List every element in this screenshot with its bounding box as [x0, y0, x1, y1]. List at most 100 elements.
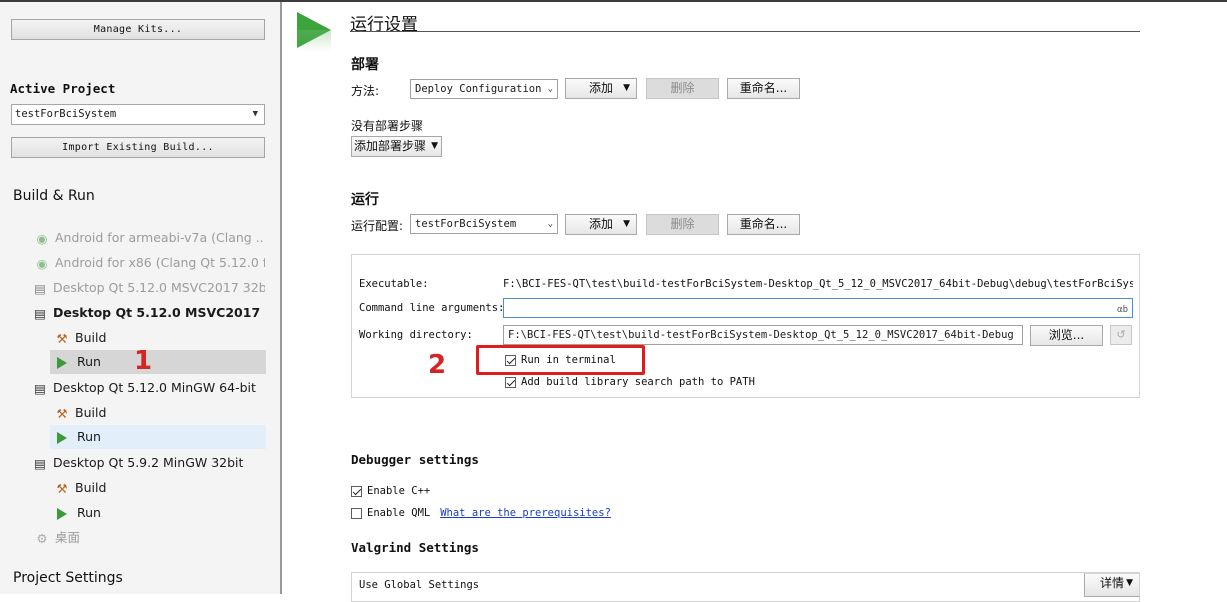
active-project-select[interactable]: testForBciSystem ▼ — [11, 104, 265, 125]
enable-qml-row: Enable QML What are the prerequisites? — [351, 507, 611, 519]
run-play-icon — [57, 431, 67, 444]
kit-mingw-32[interactable]: ▤ Desktop Qt 5.9.2 MinGW 32bit — [33, 452, 265, 474]
build-label: Build — [75, 480, 107, 495]
active-project-heading: Active Project — [10, 81, 116, 96]
add-lib-path-checkbox[interactable]: Add build library search path to PATH — [505, 376, 755, 388]
annotation-number-1: 1 — [134, 346, 153, 376]
deploy-remove-button[interactable]: 删除 — [646, 78, 719, 99]
kit-msvc-32[interactable]: ▤ Desktop Qt 5.12.0 MSVC2017 32bit — [33, 277, 265, 299]
add-deploy-step-button[interactable]: 添加部署步骤 ▼ — [351, 136, 442, 157]
run-rename-button[interactable]: 重命名... — [727, 214, 800, 235]
executable-value: F:\BCI-FES-QT\test\build-testForBciSyste… — [503, 278, 1133, 290]
deploy-heading: 部署 — [351, 57, 379, 73]
run-add-label: 添加 — [588, 217, 613, 231]
import-existing-build-button[interactable]: Import Existing Build... — [11, 137, 265, 158]
checkbox-unchecked-icon[interactable] — [351, 507, 362, 519]
run-add-button[interactable]: 添加 ▼ — [565, 214, 637, 235]
kit-label: Desktop Qt 5.9.2 MinGW 32bit — [53, 455, 244, 470]
mingw32-build-item[interactable]: ⚒ Build — [55, 477, 265, 499]
kit-msvc-64[interactable]: ▤ Desktop Qt 5.12.0 MSVC2017 64... — [33, 302, 265, 324]
annotation-number-2: 2 — [428, 350, 447, 380]
active-project-value: testForBciSystem — [15, 108, 117, 120]
build-label: Build — [75, 405, 107, 420]
run-config-value: testForBciSystem — [415, 218, 517, 230]
hammer-icon: ⚒ — [56, 330, 68, 346]
enable-cpp-label: Enable C++ — [367, 485, 431, 497]
args-label: Command line arguments: — [359, 302, 505, 314]
kit-label: Android for armeabi-v7a (Clang ... — [55, 230, 265, 245]
project-settings-heading: Project Settings — [13, 570, 123, 586]
run-label: Run — [77, 505, 101, 520]
kit-android-x86[interactable]: ◉ Android for x86 (Clang Qt 5.12.0 f... — [35, 252, 265, 274]
variable-chooser-icon[interactable]: αb — [1117, 301, 1128, 317]
manage-kits-button[interactable]: Manage Kits... — [11, 19, 265, 40]
dropdown-arrow-icon: ▼ — [623, 83, 630, 93]
chevron-down-icon: ⌄ — [547, 219, 553, 229]
run-remove-button[interactable]: 删除 — [646, 214, 719, 235]
dropdown-arrow-icon: ▼ — [623, 219, 630, 229]
deploy-method-label: 方法: — [351, 84, 380, 98]
debugger-heading: Debugger settings — [351, 452, 479, 467]
valgrind-heading: Valgrind Settings — [351, 540, 479, 555]
deploy-add-button[interactable]: 添加 ▼ — [565, 78, 637, 99]
monitor-icon: ▤ — [34, 455, 46, 471]
enable-cpp-checkbox[interactable]: Enable C++ — [351, 485, 430, 497]
no-deploy-steps-label: 没有部署步骤 — [351, 119, 424, 133]
run-play-icon — [57, 356, 67, 369]
add-lib-path-label: Add build library search path to PATH — [521, 376, 755, 388]
mingw64-run-item[interactable]: Run — [50, 425, 266, 449]
deploy-rename-button[interactable]: 重命名... — [727, 78, 800, 99]
chevron-down-icon: ⌄ — [547, 84, 553, 94]
workdir-input[interactable]: F:\BCI-FES-QT\test\build-testForBciSyste… — [503, 325, 1023, 345]
kit-label: Desktop Qt 5.12.0 MSVC2017 32bit — [53, 280, 265, 295]
android-kit-icon: ◉ — [36, 230, 48, 246]
hammer-icon: ⚒ — [56, 480, 68, 496]
monitor-icon: ▤ — [34, 305, 46, 321]
monitor-icon: ▤ — [34, 280, 46, 296]
dropdown-arrow-icon: ▼ — [431, 141, 438, 151]
msvc64-build-item[interactable]: ⚒ Build — [55, 327, 265, 349]
add-deploy-step-label: 添加部署步骤 — [354, 139, 427, 153]
kit-label: Desktop Qt 5.12.0 MSVC2017 64... — [53, 305, 265, 320]
kit-android-armeabi[interactable]: ◉ Android for armeabi-v7a (Clang ... — [35, 227, 265, 249]
mingw32-run-item[interactable]: Run — [50, 501, 266, 525]
browse-button[interactable]: 浏览... — [1030, 325, 1103, 346]
prerequisites-link[interactable]: What are the prerequisites? — [440, 507, 611, 519]
hammer-icon: ⚒ — [56, 405, 68, 421]
sidebar-splitter[interactable] — [280, 2, 282, 594]
mingw64-build-item[interactable]: ⚒ Build — [55, 402, 265, 424]
monitor-icon: ▤ — [34, 380, 46, 396]
kit-label: Android for x86 (Clang Qt 5.12.0 f... — [55, 255, 265, 270]
chevron-down-icon: ▼ — [252, 109, 258, 119]
kit-label: Desktop Qt 5.12.0 MinGW 64-bit — [53, 380, 256, 395]
dropdown-arrow-icon: ▼ — [1126, 578, 1133, 588]
run-label: Run — [77, 354, 101, 369]
run-label: Run — [77, 429, 101, 444]
valgrind-details-button[interactable]: 详情 ▼ — [1084, 573, 1140, 597]
run-config-select[interactable]: testForBciSystem ⌄ — [410, 214, 558, 234]
deploy-add-label: 添加 — [588, 81, 613, 95]
executable-label: Executable: — [359, 278, 429, 290]
enable-qml-label[interactable]: Enable QML — [367, 507, 430, 519]
deploy-config-value: Deploy Configuration — [415, 83, 542, 95]
workdir-label: Working directory: — [359, 329, 473, 341]
msvc64-run-item[interactable]: Run — [50, 350, 266, 374]
build-run-heading: Build & Run — [13, 188, 95, 204]
title-underline — [350, 31, 1140, 32]
deploy-config-select[interactable]: Deploy Configuration ⌄ — [410, 79, 558, 99]
gear-icon: ⚙ — [36, 530, 48, 546]
use-global-settings-label: Use Global Settings — [359, 579, 480, 591]
args-input[interactable]: αb — [503, 298, 1133, 318]
build-label: Build — [75, 330, 107, 345]
checkbox-checked-icon — [351, 485, 362, 497]
run-play-icon — [57, 507, 67, 520]
run-heading: 运行 — [351, 192, 379, 208]
play-icon-reflection — [297, 30, 331, 52]
reset-icon[interactable]: ↺ — [1110, 325, 1132, 345]
kit-desktop[interactable]: ⚙ 桌面 — [35, 527, 265, 549]
run-config-label: 运行配置: — [351, 219, 404, 233]
annotation-highlight-box — [476, 345, 645, 375]
kit-label: 桌面 — [55, 530, 81, 545]
details-label: 详情 — [1099, 576, 1124, 590]
kit-mingw-64[interactable]: ▤ Desktop Qt 5.12.0 MinGW 64-bit — [33, 377, 265, 399]
